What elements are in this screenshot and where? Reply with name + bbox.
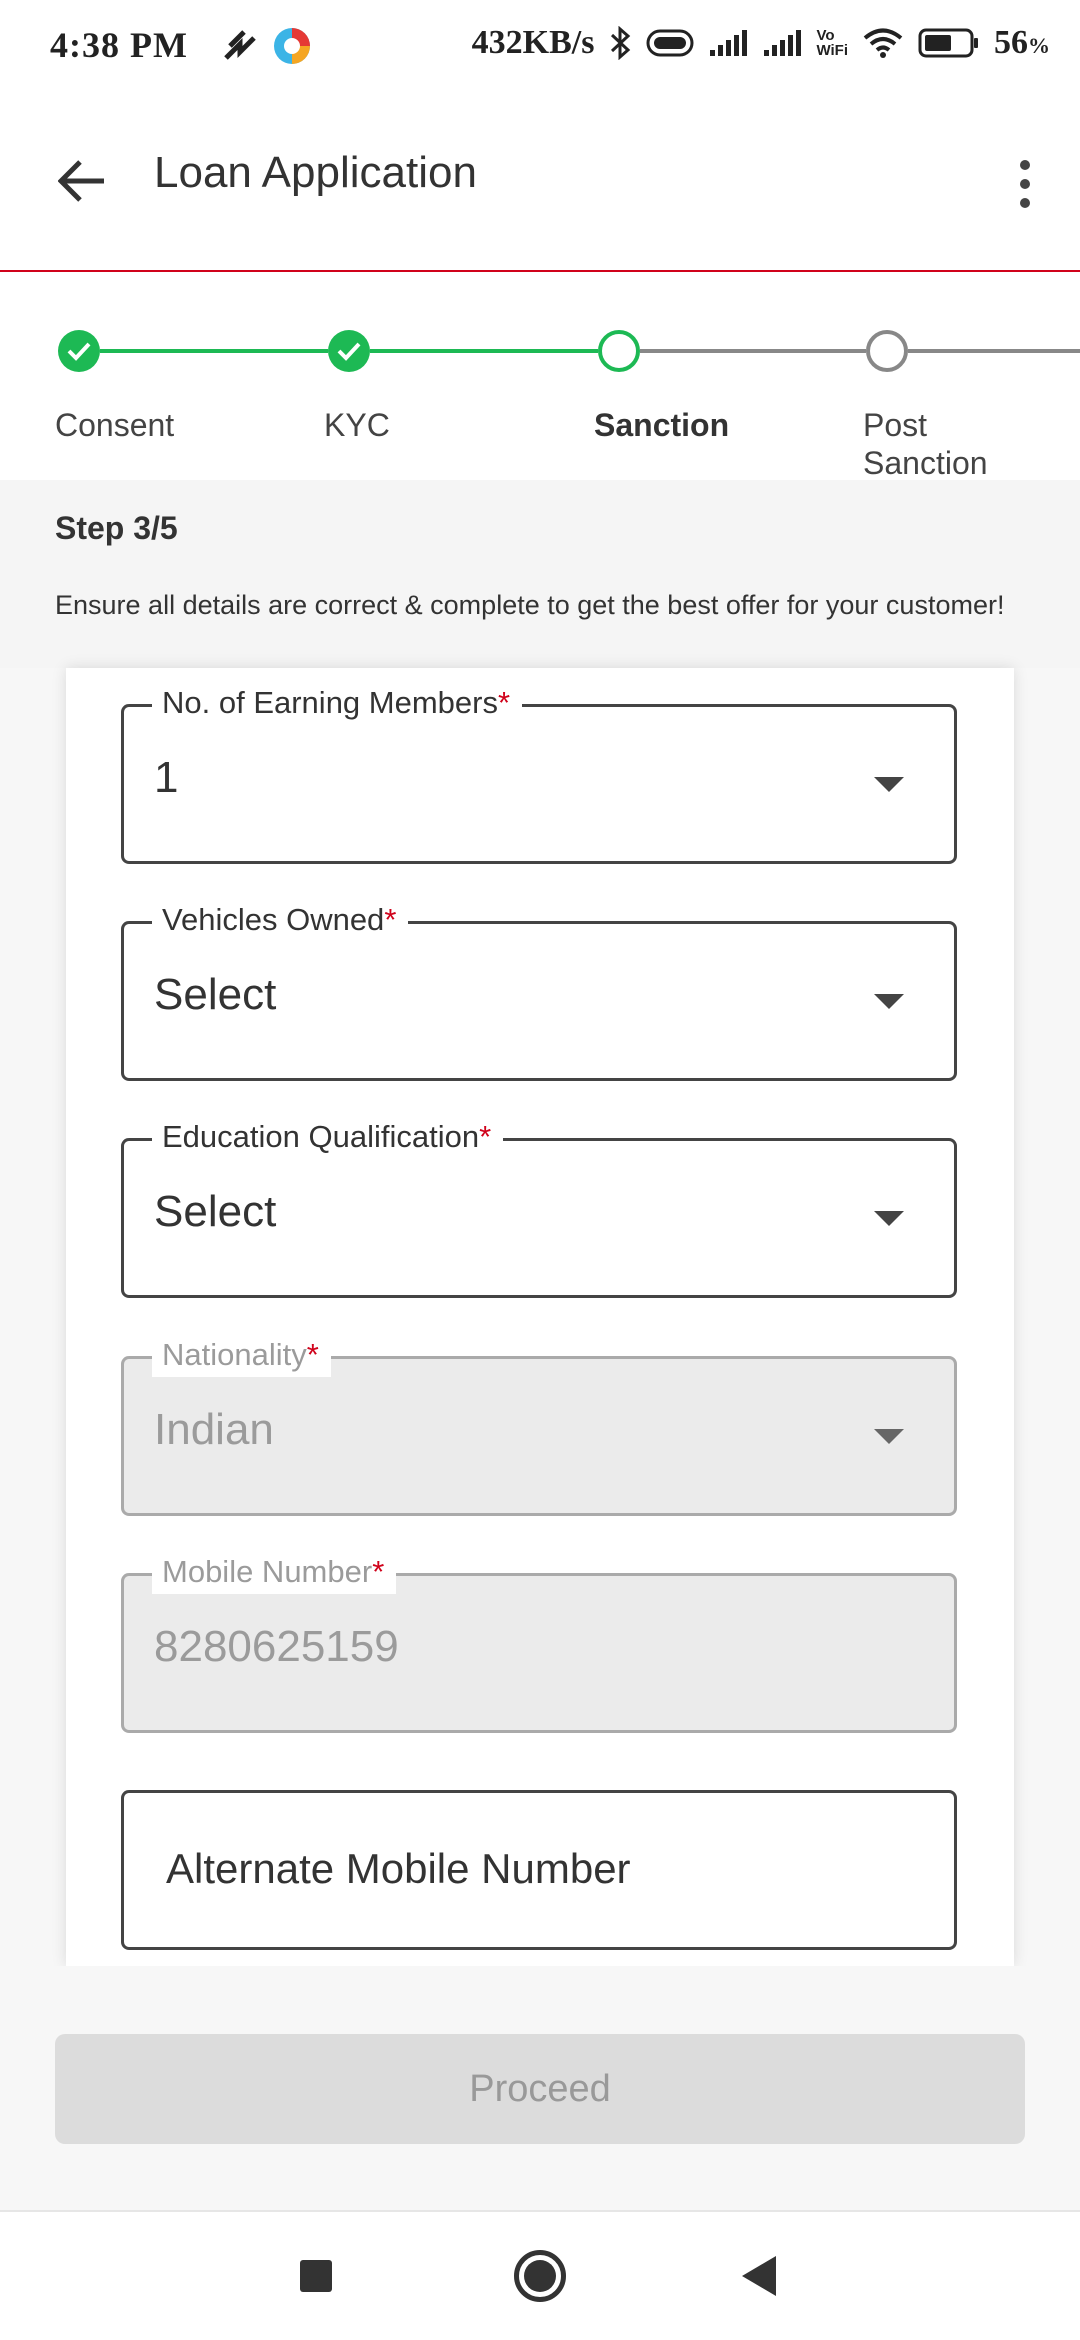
system-navigation-bar bbox=[0, 2212, 1080, 2340]
field-label: Mobile Number* bbox=[152, 1550, 397, 1594]
proceed-button[interactable]: Proceed bbox=[55, 2034, 1025, 2144]
dropdown-arrow-icon bbox=[874, 994, 904, 1009]
network-speed: 432KB/s bbox=[471, 24, 595, 61]
bluetooth-icon bbox=[608, 26, 632, 60]
step-hint: Ensure all details are correct & complet… bbox=[55, 590, 1005, 620]
vibrate-icon bbox=[646, 28, 694, 58]
mobile-number-field: Mobile Number* 8280625159 bbox=[121, 1550, 957, 1733]
field-value: Select bbox=[154, 1187, 277, 1236]
step-post-sanction-indicator bbox=[866, 330, 908, 372]
vowifi-icon: Vo WiFi bbox=[816, 27, 848, 59]
stepper-connector bbox=[640, 349, 866, 353]
step-label-consent: Consent bbox=[55, 407, 175, 443]
step-label-post-sanction: Post Sanction bbox=[863, 407, 988, 481]
earning-members-dropdown[interactable]: No. of Earning Members* 1 bbox=[121, 681, 957, 864]
check-icon bbox=[67, 342, 91, 361]
field-label: Vehicles Owned* bbox=[152, 898, 409, 942]
more-options-button[interactable] bbox=[1000, 144, 1050, 224]
status-time: 4:38 PM bbox=[50, 25, 188, 65]
stepper-connector bbox=[908, 349, 1080, 353]
dropdown-arrow-icon bbox=[874, 1211, 904, 1226]
app-bar: Loan Application bbox=[0, 96, 1080, 272]
more-vert-icon bbox=[1020, 160, 1030, 170]
step-sanction-indicator bbox=[598, 330, 640, 372]
battery-icon bbox=[918, 27, 980, 59]
dropdown-arrow-icon bbox=[874, 777, 904, 792]
signal-1-icon bbox=[708, 28, 748, 58]
progress-stepper: Consent KYC Sanction Post Sanction bbox=[0, 272, 1080, 481]
arrow-left-icon bbox=[58, 160, 104, 202]
step-label-sanction: Sanction bbox=[594, 407, 730, 443]
status-bar: 4:38 PM 432KB/s Vo WiFi 56% bbox=[0, 0, 1080, 96]
form-card: No. of Earning Members* 1 Vehicles Owned… bbox=[66, 668, 1014, 1966]
step-info: Step 3/5 Ensure all details are correct … bbox=[0, 480, 1080, 668]
home-icon bbox=[524, 2260, 556, 2292]
home-button[interactable] bbox=[514, 2250, 566, 2302]
dropdown-arrow-icon bbox=[874, 1429, 904, 1444]
education-qualification-dropdown[interactable]: Education Qualification* Select bbox=[121, 1115, 957, 1298]
page-title: Loan Application bbox=[154, 148, 477, 197]
wifi-icon bbox=[862, 27, 904, 59]
stepper-connector bbox=[370, 349, 598, 353]
recents-button[interactable] bbox=[300, 2260, 332, 2292]
field-value: 8280625159 bbox=[154, 1622, 399, 1671]
stepper-connector bbox=[100, 349, 328, 353]
battery-percent: 56% bbox=[994, 24, 1050, 61]
vehicles-owned-dropdown[interactable]: Vehicles Owned* Select bbox=[121, 898, 957, 1081]
step-label-kyc: KYC bbox=[324, 407, 390, 443]
step-consent-indicator bbox=[58, 330, 100, 372]
notification-arrows-icon bbox=[222, 28, 258, 64]
bottom-action-area: Proceed bbox=[0, 1966, 1080, 2212]
signal-2-icon bbox=[762, 28, 802, 58]
field-value: Select bbox=[154, 970, 277, 1019]
alternate-mobile-number-input[interactable]: Alternate Mobile Number bbox=[121, 1790, 957, 1950]
field-label: No. of Earning Members* bbox=[152, 681, 523, 725]
nationality-dropdown: Nationality* Indian bbox=[121, 1333, 957, 1516]
field-value: Indian bbox=[154, 1405, 274, 1454]
field-label: Nationality* bbox=[152, 1333, 331, 1377]
app-notification-icon bbox=[272, 26, 312, 66]
back-button[interactable] bbox=[50, 146, 114, 216]
field-value: 1 bbox=[154, 753, 179, 802]
system-back-button[interactable] bbox=[742, 2256, 776, 2296]
step-kyc-indicator bbox=[328, 330, 370, 372]
check-icon bbox=[337, 342, 361, 361]
field-label: Education Qualification* bbox=[152, 1115, 504, 1159]
field-placeholder: Alternate Mobile Number bbox=[166, 1845, 631, 1892]
step-count: Step 3/5 bbox=[55, 510, 178, 546]
